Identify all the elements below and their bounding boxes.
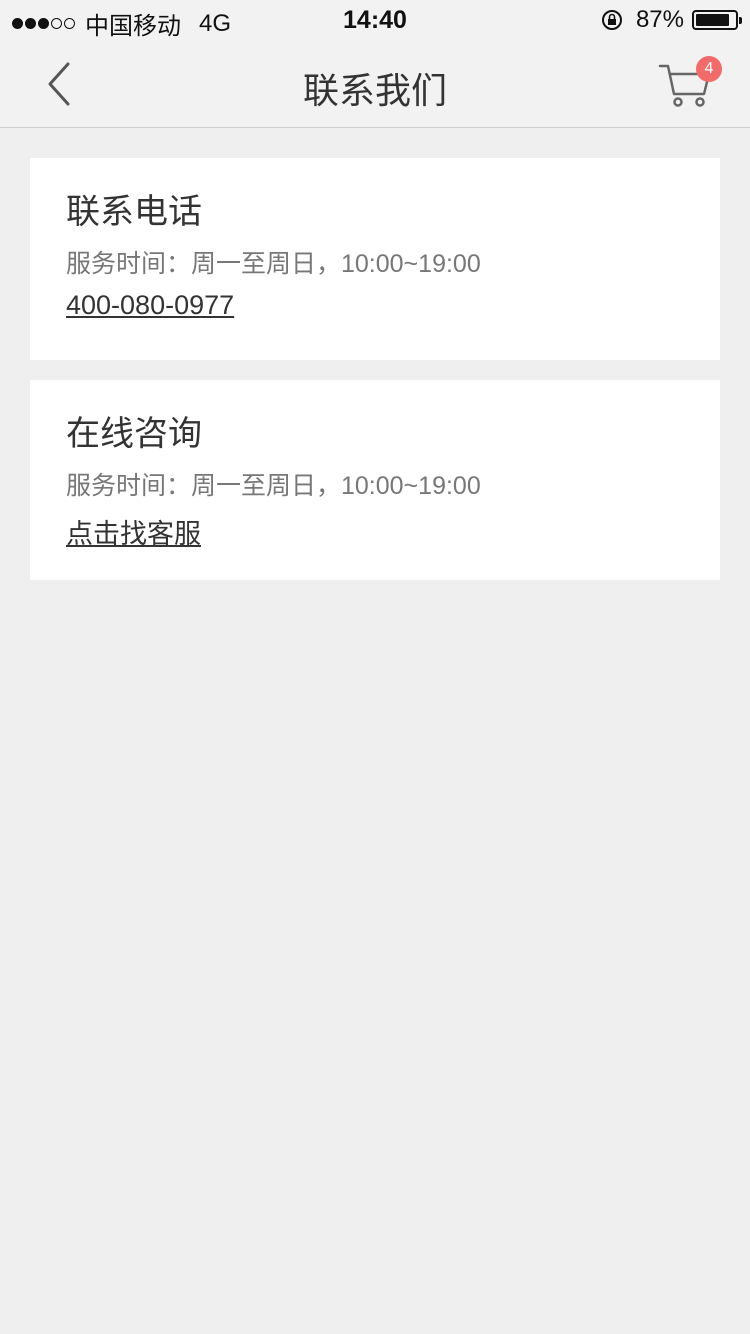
battery-icon xyxy=(692,10,742,30)
contact-phone-title: 联系电话 xyxy=(66,193,202,231)
status-bar: 中国移动 4G 14:40 87% xyxy=(0,0,750,40)
contact-phone-card: 联系电话 服务时间：周一至周日，10:00~19:00 400-080-0977 xyxy=(30,158,720,360)
cart-button[interactable]: 4 xyxy=(658,56,722,110)
battery-percent: 87% xyxy=(635,6,684,33)
cart-count-badge: 4 xyxy=(696,56,722,82)
rotation-lock-icon xyxy=(601,10,622,30)
online-consult-card: 在线咨询 服务时间：周一至周日，10:00~19:00 点击找客服 xyxy=(30,380,720,580)
navigation-bar: 联系我们 4 xyxy=(0,40,750,128)
online-consult-title: 在线咨询 xyxy=(66,415,202,453)
page-title: 联系我们 xyxy=(302,70,447,111)
battery-fill xyxy=(696,14,730,26)
online-consult-hours: 服务时间：周一至周日，10:00~19:00 xyxy=(66,472,481,500)
phone-number-link[interactable]: 400-080-0977 xyxy=(66,290,234,321)
customer-service-link[interactable]: 点击找客服 xyxy=(66,512,201,551)
status-right: 87% xyxy=(600,6,742,34)
contact-phone-hours: 服务时间：周一至周日，10:00~19:00 xyxy=(66,250,481,278)
